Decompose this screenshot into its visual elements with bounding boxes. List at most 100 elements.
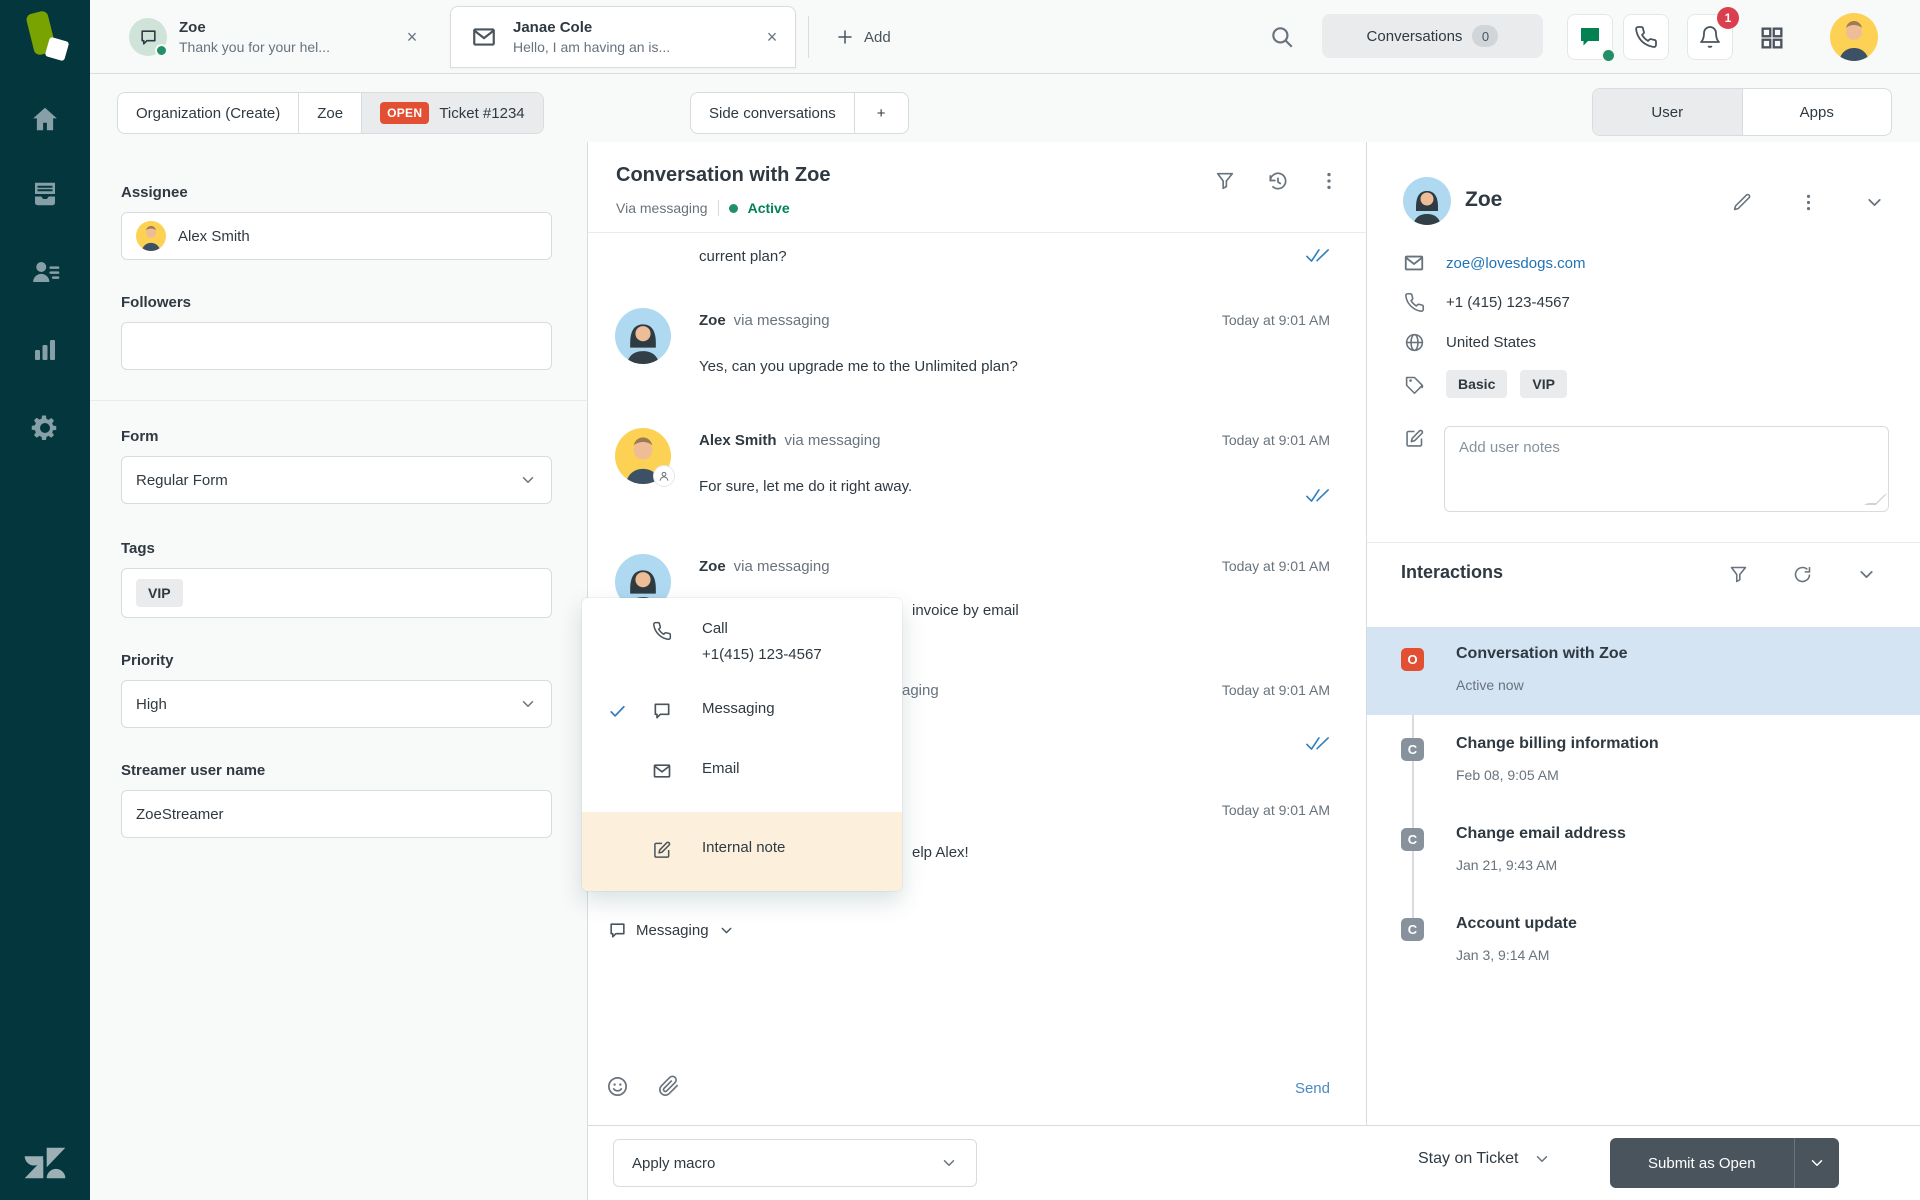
assignee-field[interactable]: Alex Smith [121, 212, 552, 260]
history-icon[interactable] [1264, 168, 1290, 194]
message-timestamp: Today at 9:01 AM [1221, 558, 1330, 574]
followers-field[interactable] [121, 322, 552, 370]
submit-options-caret[interactable] [1795, 1138, 1839, 1188]
product-logo-icon[interactable] [0, 0, 90, 80]
new-side-conversation-button[interactable]: + [855, 93, 908, 133]
emoji-icon[interactable] [604, 1073, 630, 1099]
notifications-button[interactable]: 1 [1687, 7, 1739, 60]
email-label: Email [702, 760, 740, 777]
streamer-input[interactable]: ZoeStreamer [121, 790, 552, 838]
interaction-status-badge: C [1401, 828, 1424, 851]
form-value: Regular Form [136, 471, 228, 489]
tab-user[interactable]: User [1593, 89, 1742, 135]
notes-icon-cell [1403, 428, 1425, 449]
interaction-title: Change billing information [1456, 735, 1659, 752]
agent-avatar[interactable] [1830, 13, 1878, 61]
chat-product-button[interactable] [1567, 14, 1616, 63]
interaction-item[interactable]: C Change billing information Feb 08, 9:0… [1367, 727, 1920, 803]
ticket-tab-janae[interactable]: Janae Cole Hello, I am having an is... × [450, 6, 796, 68]
apply-macro-select[interactable]: Apply macro [613, 1139, 977, 1187]
conversations-button[interactable]: Conversations 0 [1322, 14, 1543, 58]
side-conversations-tab[interactable]: Side conversations [691, 93, 855, 133]
priority-select[interactable]: High [121, 680, 552, 728]
chevron-down-icon [519, 695, 537, 713]
channel-selector[interactable]: Messaging [602, 915, 741, 946]
tag-chip[interactable]: VIP [136, 579, 183, 607]
views-icon[interactable] [0, 172, 90, 216]
customer-context-panel: Zoe zoe@lovesdogs.com +1 (415) 123-4567 … [1366, 142, 1920, 1125]
message-text: Yes, can you upgrade me to the Unlimited… [699, 358, 1018, 375]
customers-icon[interactable] [0, 250, 90, 294]
close-tab-icon[interactable]: × [397, 22, 427, 52]
edit-pencil-icon[interactable] [1730, 190, 1754, 214]
apps-grid-icon[interactable] [1754, 20, 1790, 56]
stay-on-ticket-dropdown[interactable]: Stay on Ticket [1418, 1150, 1551, 1168]
customer-profile-avatar[interactable] [1403, 177, 1451, 225]
chevron-down-icon [1533, 1150, 1551, 1168]
menu-item-messaging[interactable]: Messaging [582, 700, 902, 728]
submit-as-open-button[interactable]: Submit as Open [1610, 1138, 1795, 1188]
close-tab-icon[interactable]: × [757, 22, 787, 52]
interaction-status-badge: C [1401, 738, 1424, 761]
breadcrumb-organization[interactable]: Organization (Create) [118, 93, 300, 133]
followers-label: Followers [121, 294, 192, 311]
customer-phone-row: +1 (415) 123-4567 [1403, 292, 1570, 313]
admin-gear-icon[interactable] [0, 406, 90, 450]
resize-handle[interactable] [1864, 493, 1888, 505]
tags-field[interactable]: VIP [121, 568, 552, 618]
priority-value: High [136, 695, 167, 713]
interaction-subtitle: Active now [1456, 677, 1524, 693]
ticket-tab-zoe[interactable]: Zoe Thank you for your hel... × [117, 0, 435, 74]
kebab-menu-icon[interactable] [1796, 190, 1820, 214]
channel-label: Messaging [636, 922, 709, 939]
talk-product-button[interactable] [1623, 14, 1669, 60]
tag-icon [1403, 374, 1425, 395]
refresh-icon[interactable] [1790, 562, 1814, 586]
messaging-icon [652, 701, 672, 721]
message-channel: via messaging [733, 558, 830, 575]
message-channel: via messaging [733, 312, 830, 329]
chat-online-dot [1601, 48, 1616, 63]
chevron-down-icon [718, 922, 735, 939]
top-bar: Zoe Thank you for your hel... × Janae Co… [90, 0, 1920, 74]
via-channel-label: Via messaging [616, 200, 708, 216]
send-button[interactable]: Send [1295, 1080, 1330, 1097]
menu-item-email[interactable]: Email [582, 760, 902, 788]
collapse-chevron-icon[interactable] [1862, 190, 1886, 214]
customer-tag-chip[interactable]: VIP [1520, 370, 1567, 398]
home-icon[interactable] [0, 97, 90, 141]
reporting-icon[interactable] [0, 328, 90, 372]
call-number: +1(415) 123-4567 [702, 646, 822, 663]
interaction-item[interactable]: C Change email address Jan 21, 9:43 AM [1367, 817, 1920, 893]
search-icon[interactable] [1265, 20, 1299, 54]
kebab-menu-icon[interactable] [1316, 168, 1342, 194]
breadcrumb-ticket[interactable]: OPEN Ticket #1234 [362, 93, 543, 133]
menu-item-call[interactable]: Call +1(415) 123-4567 [582, 620, 902, 676]
collapse-chevron-icon[interactable] [1854, 562, 1878, 586]
tab-title: Zoe [179, 19, 206, 36]
filter-icon[interactable] [1726, 562, 1750, 586]
note-icon [1403, 428, 1425, 449]
chevron-down-icon [519, 471, 537, 489]
add-tab-button[interactable]: Add [826, 0, 901, 74]
email-icon [1403, 252, 1425, 274]
form-select[interactable]: Regular Form [121, 456, 552, 504]
zendesk-logo-icon [0, 1146, 90, 1180]
menu-item-internal-note[interactable]: Internal note [582, 812, 902, 891]
interaction-item[interactable]: C Account update Jan 3, 9:14 AM [1367, 907, 1920, 983]
customer-tag-chip[interactable]: Basic [1446, 370, 1508, 398]
messaging-icon [608, 921, 627, 940]
attachment-icon[interactable] [656, 1073, 682, 1099]
organization-label: Organization (Create) [136, 104, 281, 122]
breadcrumb-requester[interactable]: Zoe [299, 93, 363, 133]
filter-icon[interactable] [1212, 168, 1238, 194]
message-channel-fragment: aging [902, 682, 939, 699]
tab-apps[interactable]: Apps [1741, 89, 1892, 135]
tab-title: Janae Cole [513, 19, 593, 36]
user-notes-textarea[interactable]: Add user notes [1444, 426, 1889, 512]
interaction-item-current[interactable]: O Conversation with Zoe Active now [1367, 627, 1920, 715]
interaction-subtitle: Feb 08, 9:05 AM [1456, 767, 1559, 783]
customer-name: Zoe [1465, 188, 1503, 211]
conversations-count-badge: 0 [1472, 25, 1499, 47]
customer-email-link[interactable]: zoe@lovesdogs.com [1446, 255, 1585, 272]
